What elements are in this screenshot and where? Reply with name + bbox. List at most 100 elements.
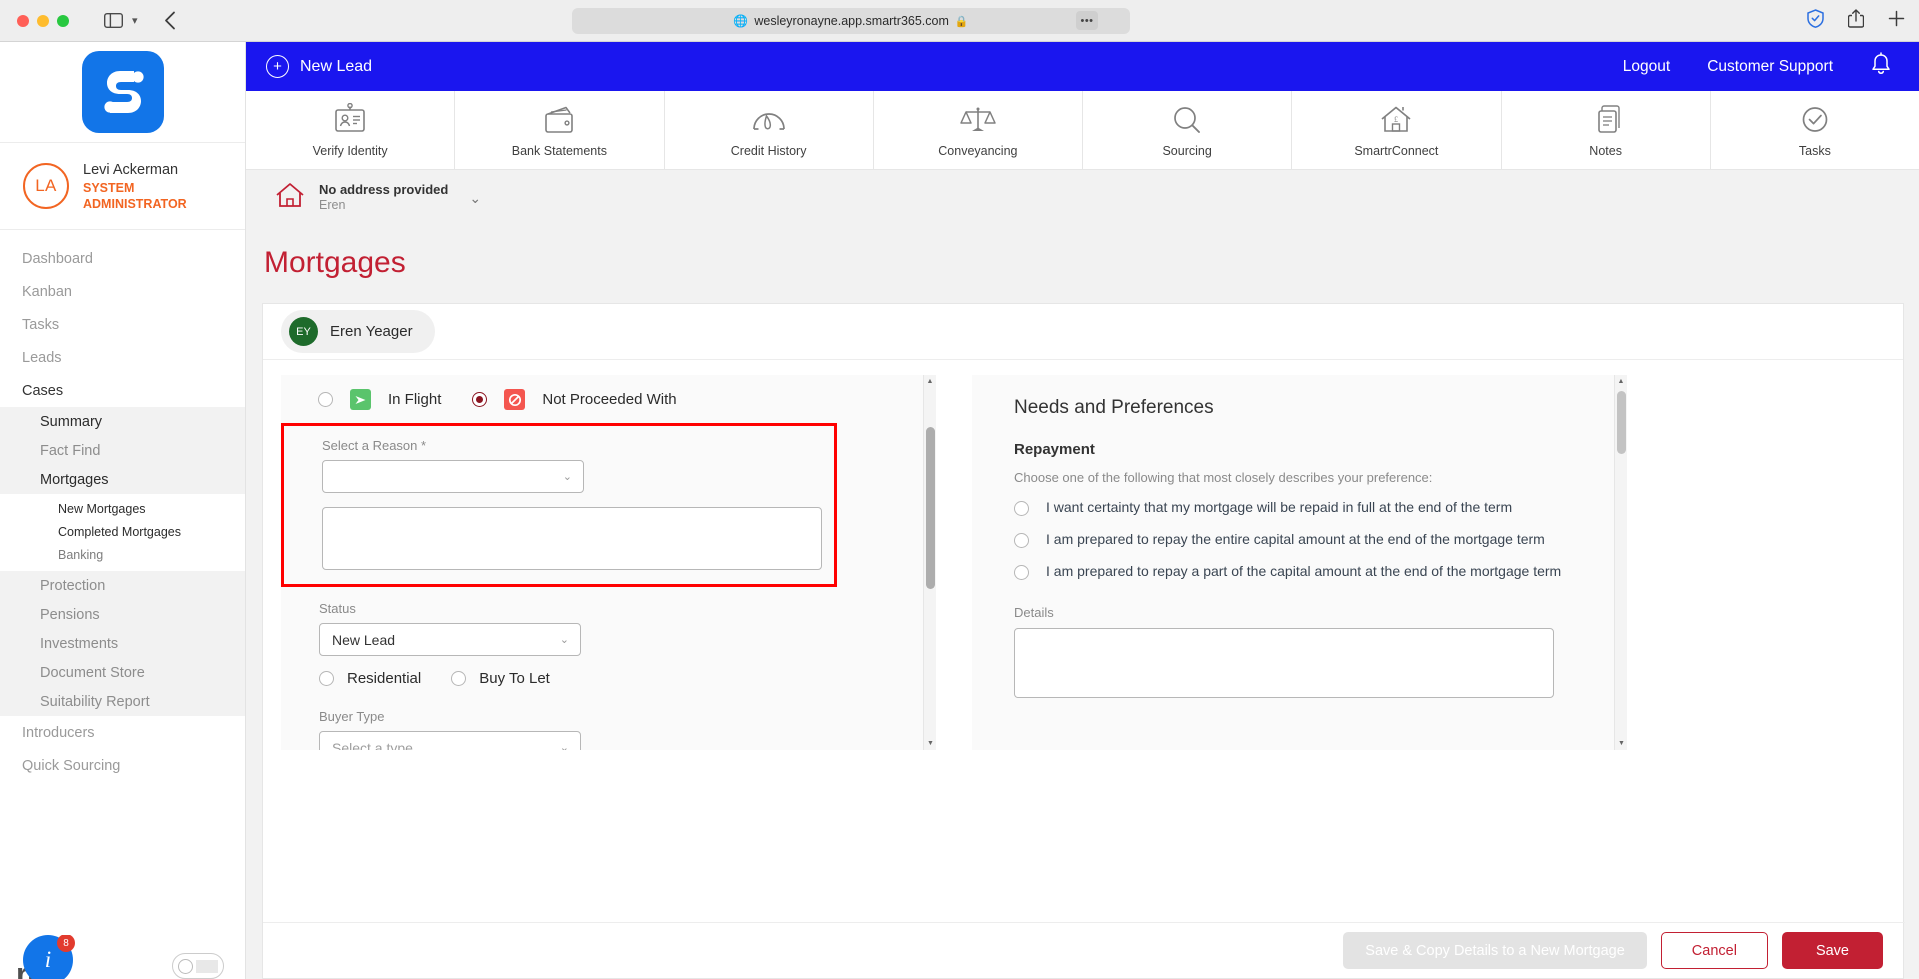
sidebar-item-protection[interactable]: Protection — [0, 571, 245, 600]
status-select[interactable]: New Lead ⌄ — [319, 623, 581, 656]
right-pane-scrollbar[interactable]: ▲ ▼ — [1614, 375, 1627, 750]
globe-icon: 🌐 — [733, 14, 749, 28]
save-button[interactable]: Save — [1781, 932, 1883, 969]
repayment-option-1[interactable]: I want certainty that my mortgage will b… — [972, 485, 1627, 517]
new-lead-button[interactable]: + New Lead — [266, 55, 372, 78]
sidebar-item-label: Investments — [40, 635, 119, 652]
sidebar-item-fact-find[interactable]: Fact Find — [0, 436, 245, 465]
sidebar-item-pensions[interactable]: Pensions — [0, 600, 245, 629]
scroll-down-arrow-icon[interactable]: ▼ — [1615, 737, 1627, 750]
radio-residential[interactable] — [319, 671, 334, 686]
tab-smartrconnect[interactable]: £ SmartrConnect — [1292, 91, 1502, 169]
sidebar-item-document-store[interactable]: Document Store — [0, 658, 245, 687]
sidebar-item-mortgages[interactable]: Mortgages — [0, 465, 245, 494]
case-address-bar[interactable]: No address provided Eren ⌄ — [246, 170, 1919, 226]
tab-verify-identity[interactable]: Verify Identity — [246, 91, 456, 169]
accreditation-badge — [172, 953, 224, 979]
maximize-window-button[interactable] — [57, 14, 69, 27]
sidebar-item-label: Kanban — [22, 283, 72, 300]
buyer-type-select[interactable]: Select a type ⌄ — [319, 731, 581, 750]
window-traffic-lights[interactable] — [17, 14, 69, 27]
sidebar-item-tasks[interactable]: Tasks — [0, 308, 245, 341]
sidebar-item-suitability-report[interactable]: Suitability Report — [0, 687, 245, 716]
page-title: Mortgages — [264, 246, 406, 279]
client-chip[interactable]: EY Eren Yeager — [281, 310, 435, 353]
tab-label: Verify Identity — [312, 143, 388, 158]
logout-button[interactable]: Logout — [1623, 58, 1670, 76]
needs-preferences-title: Needs and Preferences — [1014, 397, 1214, 418]
shield-icon[interactable] — [1807, 9, 1824, 33]
sidebar: LA Levi Ackerman SYSTEM ADMINISTRATOR Da… — [0, 42, 246, 979]
new-lead-label: New Lead — [300, 57, 373, 75]
sidebar-item-dashboard[interactable]: Dashboard — [0, 242, 245, 275]
sidebar-item-investments[interactable]: Investments — [0, 629, 245, 658]
sidebar-item-quick-sourcing[interactable]: Quick Sourcing — [0, 749, 245, 782]
radio-in-flight[interactable] — [318, 392, 333, 407]
needs-preferences-pane: Needs and Preferences Repayment Choose o… — [972, 375, 1627, 750]
sidebar-item-introducers[interactable]: Introducers — [0, 716, 245, 749]
tab-tasks[interactable]: Tasks — [1711, 91, 1919, 169]
address-bar[interactable]: 🌐 wesleyronayne.app.smartr365.com 🔒 — [572, 8, 1130, 34]
bell-icon[interactable] — [1870, 52, 1892, 81]
scroll-up-arrow-icon[interactable]: ▲ — [924, 375, 936, 388]
close-window-button[interactable] — [17, 14, 29, 27]
back-arrow-icon[interactable] — [164, 11, 176, 30]
details-label: Details — [1014, 604, 1054, 620]
radio-not-proceeded-with[interactable] — [472, 392, 488, 407]
sidebar-item-leads[interactable]: Leads — [0, 341, 245, 374]
details-textarea[interactable] — [1014, 627, 1554, 698]
client-avatar: EY — [289, 317, 318, 346]
scroll-down-arrow-icon[interactable]: ▼ — [924, 737, 936, 750]
tab-sourcing[interactable]: Sourcing — [1083, 91, 1293, 169]
plus-circle-icon: + — [266, 55, 289, 78]
mortgage-card: EY Eren Yeager In Flight Not Proceeded W… — [262, 303, 1905, 979]
user-profile[interactable]: LA Levi Ackerman SYSTEM ADMINISTRATOR — [0, 143, 245, 230]
tab-label: Bank Statements — [511, 143, 607, 158]
sidebar-toggle-icon[interactable] — [104, 13, 123, 28]
sidebar-item-completed-mortgages[interactable]: Completed Mortgages — [0, 520, 245, 543]
sidebar-item-summary[interactable]: Summary — [0, 407, 245, 436]
cancel-button[interactable]: Cancel — [1660, 932, 1768, 969]
repayment-option-2-label: I am prepared to repay the entire capita… — [1046, 530, 1545, 547]
radio-buy-to-let[interactable] — [451, 671, 467, 686]
green-flag-icon — [350, 389, 371, 410]
repayment-option-2[interactable]: I am prepared to repay the entire capita… — [972, 517, 1627, 549]
page-menu-button[interactable]: ••• — [1076, 11, 1098, 30]
radio-repayment-2[interactable] — [1014, 532, 1029, 548]
save-and-copy-button[interactable]: Save & Copy Details to a New Mortgage — [1343, 932, 1647, 969]
info-icon[interactable]: i 8 — [23, 935, 75, 979]
tab-label: SmartrConnect — [1354, 143, 1439, 158]
radio-not-proceeded-label: Not Proceeded With — [542, 391, 677, 408]
sidebar-item-kanban[interactable]: Kanban — [0, 275, 245, 308]
minimize-window-button[interactable] — [37, 14, 49, 27]
scales-icon — [958, 103, 998, 137]
sidebar-item-cases[interactable]: Cases — [0, 374, 245, 407]
sidebar-item-label: Dashboard — [22, 250, 93, 267]
tab-conveyancing[interactable]: Conveyancing — [874, 91, 1083, 169]
documents-icon — [1586, 103, 1626, 137]
new-tab-icon[interactable] — [1888, 10, 1905, 32]
sidebar-item-banking[interactable]: Banking — [0, 543, 245, 566]
tab-label: Conveyancing — [938, 143, 1018, 158]
radio-repayment-3[interactable] — [1014, 564, 1029, 580]
scrollbar-thumb[interactable] — [926, 427, 935, 589]
radio-repayment-1[interactable] — [1014, 501, 1029, 516]
sidebar-footer: rtr365 i 8 — [0, 935, 245, 979]
share-icon[interactable] — [1847, 9, 1865, 33]
repayment-option-3[interactable]: I am prepared to repay a part of the cap… — [972, 549, 1627, 581]
reason-select[interactable]: ⌄ — [322, 460, 584, 493]
scroll-up-arrow-icon[interactable]: ▲ — [1615, 375, 1627, 388]
tab-notes[interactable]: Notes — [1502, 91, 1711, 169]
scrollbar-thumb[interactable] — [1617, 391, 1626, 454]
left-pane-scrollbar[interactable]: ▲ ▼ — [923, 375, 936, 750]
chevron-down-icon[interactable]: ⌄ — [469, 190, 481, 207]
sidebar-item-new-mortgages[interactable]: New Mortgages — [0, 497, 245, 520]
chevron-down-icon[interactable]: ▾ — [132, 14, 138, 27]
tab-credit-history[interactable]: Credit History — [665, 91, 874, 169]
reason-notes-textarea[interactable] — [322, 507, 822, 570]
sidebar-group-mortgages: New Mortgages Completed Mortgages Bankin… — [0, 494, 245, 571]
id-card-icon — [330, 102, 370, 137]
customer-support-button[interactable]: Customer Support — [1707, 58, 1833, 76]
app-logo[interactable] — [0, 42, 245, 143]
tab-bank-statements[interactable]: Bank Statements — [455, 91, 665, 169]
